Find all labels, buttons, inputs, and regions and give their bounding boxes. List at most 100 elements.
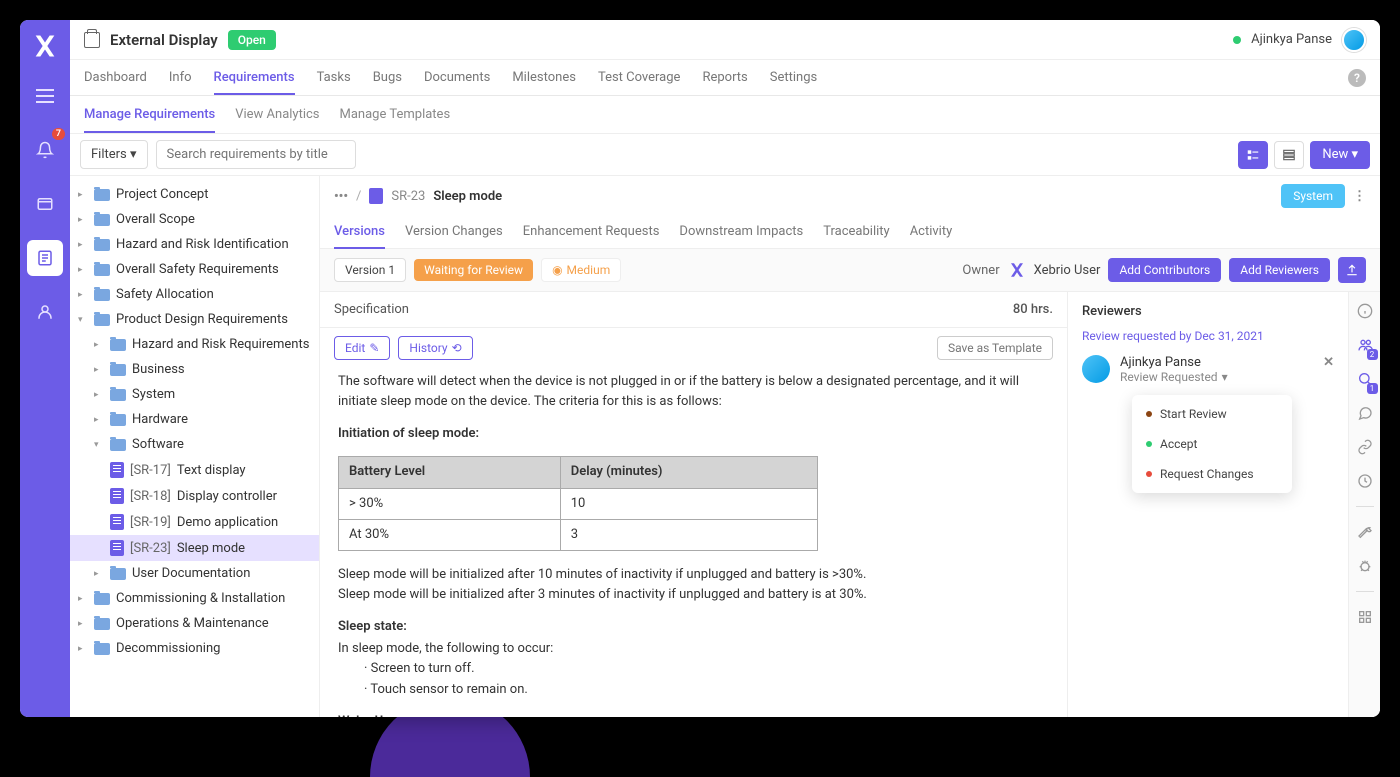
priority-chip[interactable]: Medium <box>541 258 621 282</box>
filters-button[interactable]: Filters ▾ <box>80 140 148 169</box>
more-vertical-icon[interactable]: ⋮ <box>1353 189 1366 204</box>
dtab-enhancement-requests[interactable]: Enhancement Requests <box>523 216 660 248</box>
system-button[interactable]: System <box>1281 184 1345 208</box>
chevron-icon[interactable]: ▸ <box>94 340 104 350</box>
chevron-icon[interactable]: ▸ <box>78 215 88 225</box>
view-tree-icon[interactable] <box>1238 141 1268 169</box>
tab-tasks[interactable]: Tasks <box>317 62 351 93</box>
grid-rail-icon[interactable] <box>1356 608 1374 626</box>
rail-boards-icon[interactable] <box>27 186 63 222</box>
chevron-icon[interactable]: ▸ <box>94 365 104 375</box>
tab-settings[interactable]: Settings <box>770 62 817 93</box>
tree-doc-row[interactable]: [SR-23]Sleep mode <box>70 535 319 561</box>
search-input[interactable] <box>156 140 356 169</box>
tab-dashboard[interactable]: Dashboard <box>84 62 147 93</box>
chevron-icon[interactable]: ▾ <box>78 315 88 325</box>
tab-test-coverage[interactable]: Test Coverage <box>598 62 681 93</box>
breadcrumb-more-icon[interactable]: ••• <box>334 189 348 204</box>
tree-folder-row[interactable]: ▸System <box>70 382 319 407</box>
folder-icon <box>94 214 110 226</box>
tab-bugs[interactable]: Bugs <box>373 62 402 93</box>
review-deadline: Review requested by Dec 31, 2021 <box>1082 329 1334 343</box>
chevron-icon[interactable]: ▸ <box>94 390 104 400</box>
chevron-icon[interactable]: ▸ <box>94 569 104 579</box>
chevron-icon[interactable]: ▸ <box>78 619 88 629</box>
chevron-icon[interactable]: ▸ <box>78 644 88 654</box>
tree-doc-row[interactable]: [SR-19]Demo application <box>70 509 319 535</box>
version-chip[interactable]: Version 1 <box>334 258 406 282</box>
dtab-version-changes[interactable]: Version Changes <box>405 216 503 248</box>
history-button[interactable]: History ⟲ <box>398 336 472 360</box>
chevron-icon[interactable]: ▸ <box>78 265 88 275</box>
tree-label: Display controller <box>177 489 277 504</box>
save-template-button[interactable]: Save as Template <box>937 336 1053 360</box>
project-status-pill[interactable]: Open <box>228 30 276 50</box>
menu-accept[interactable]: Accept <box>1132 429 1292 459</box>
tree-folder-row[interactable]: ▸Operations & Maintenance <box>70 611 319 636</box>
folder-icon <box>94 593 110 605</box>
tree-folder-row[interactable]: ▸Hazard and Risk Requirements <box>70 332 319 357</box>
tree-folder-row[interactable]: ▾Product Design Requirements <box>70 307 319 332</box>
info-icon[interactable] <box>1356 302 1374 320</box>
add-contributors-button[interactable]: Add Contributors <box>1108 258 1221 282</box>
search-rail-icon[interactable]: 1 <box>1356 370 1374 388</box>
tree-folder-row[interactable]: ▸Decommissioning <box>70 636 319 661</box>
review-status-chip[interactable]: Waiting for Review <box>414 259 533 281</box>
tree-doc-row[interactable]: [SR-18]Display controller <box>70 483 319 509</box>
chevron-icon[interactable]: ▸ <box>78 594 88 604</box>
tab-documents[interactable]: Documents <box>424 62 490 93</box>
reviewer-status-dropdown[interactable]: Review Requested ▾ <box>1120 370 1228 384</box>
tree-folder-row[interactable]: ▸User Documentation <box>70 561 319 586</box>
tree-label: Hardware <box>132 412 188 427</box>
bug-rail-icon[interactable] <box>1356 557 1374 575</box>
link-rail-icon[interactable] <box>1356 438 1374 456</box>
chevron-icon[interactable]: ▸ <box>94 415 104 425</box>
spec-heading-state: Sleep state: <box>338 619 407 634</box>
tree-folder-row[interactable]: ▸Business <box>70 357 319 382</box>
tab-info[interactable]: Info <box>169 62 192 93</box>
dtab-versions[interactable]: Versions <box>334 216 385 249</box>
rail-people-icon[interactable] <box>27 294 63 330</box>
new-button[interactable]: New ▾ <box>1310 141 1370 169</box>
clock-rail-icon[interactable] <box>1356 472 1374 490</box>
tree-folder-row[interactable]: ▸ Hardware <box>70 407 319 432</box>
tab-requirements[interactable]: Requirements <box>214 62 295 95</box>
chevron-icon[interactable]: ▸ <box>78 240 88 250</box>
wrench-rail-icon[interactable] <box>1356 523 1374 541</box>
subtab-manage-templates[interactable]: Manage Templates <box>340 98 451 131</box>
tree-folder-row[interactable]: ▸Overall Scope <box>70 207 319 232</box>
tree-folder-row[interactable]: ▸Project Concept <box>70 182 319 207</box>
menu-request-changes[interactable]: Request Changes <box>1132 459 1292 489</box>
add-reviewers-button[interactable]: Add Reviewers <box>1229 258 1330 282</box>
menu-start-review[interactable]: Start Review <box>1132 399 1292 429</box>
rail-menu-icon[interactable] <box>27 78 63 114</box>
tab-milestones[interactable]: Milestones <box>512 62 576 93</box>
tree-folder-row[interactable]: ▸Hazard and Risk Identification <box>70 232 319 257</box>
chevron-icon[interactable]: ▾ <box>94 440 104 450</box>
rail-requirements-icon[interactable] <box>27 240 63 276</box>
dtab-traceability[interactable]: Traceability <box>823 216 889 248</box>
tree-doc-row[interactable]: [SR-17]Text display <box>70 457 319 483</box>
people-rail-icon[interactable]: 2 <box>1356 336 1374 354</box>
tree-label: Commissioning & Installation <box>116 591 285 606</box>
tree-folder-row[interactable]: ▸Safety Allocation <box>70 282 319 307</box>
comment-rail-icon[interactable] <box>1356 404 1374 422</box>
tab-reports[interactable]: Reports <box>702 62 747 93</box>
tree-folder-row[interactable]: ▸Overall Safety Requirements <box>70 257 319 282</box>
chevron-icon[interactable]: ▸ <box>78 290 88 300</box>
share-button[interactable] <box>1338 257 1366 283</box>
edit-button[interactable]: Edit ✎ <box>334 336 390 360</box>
dtab-activity[interactable]: Activity <box>910 216 953 248</box>
help-icon[interactable]: ? <box>1348 69 1366 87</box>
rail-notifications[interactable]: 7 <box>27 132 63 168</box>
user-avatar[interactable] <box>1342 28 1366 52</box>
app-logo <box>31 32 59 60</box>
remove-reviewer-icon[interactable]: ✕ <box>1323 355 1334 370</box>
view-list-icon[interactable] <box>1274 141 1304 169</box>
dtab-downstream-impacts[interactable]: Downstream Impacts <box>679 216 803 248</box>
tree-folder-row[interactable]: ▸ Commissioning & Installation <box>70 586 319 611</box>
subtab-manage-requirements[interactable]: Manage Requirements <box>84 98 215 133</box>
chevron-icon[interactable]: ▸ <box>78 190 88 200</box>
subtab-view-analytics[interactable]: View Analytics <box>235 98 319 131</box>
tree-folder-row[interactable]: ▾Software <box>70 432 319 457</box>
